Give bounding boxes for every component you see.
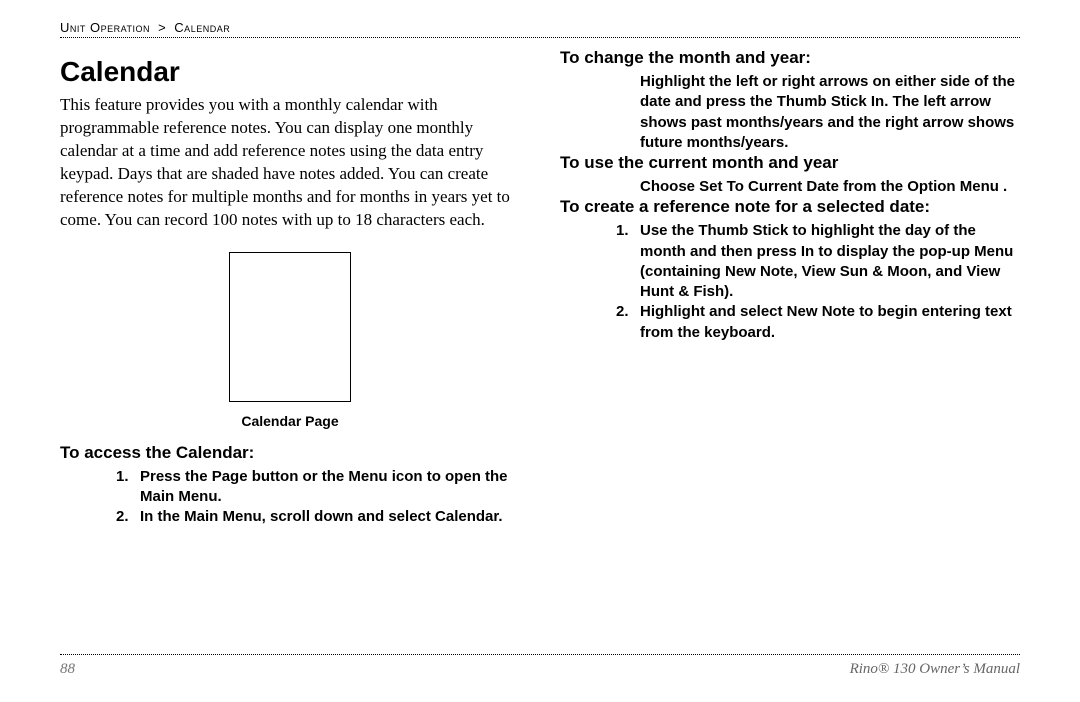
content-columns: Calendar This feature provides you with … xyxy=(60,48,1020,527)
intro-paragraph: This feature provides you with a monthly… xyxy=(60,94,520,232)
breadcrumb-separator: > xyxy=(158,20,166,35)
step-number: 1. xyxy=(616,221,640,302)
access-calendar-heading: To access the Calendar: xyxy=(60,443,520,463)
calendar-page-image-placeholder xyxy=(229,252,351,402)
list-item: Choose Set To Current Date from the Opti… xyxy=(586,177,1020,197)
step-text: Choose Set To Current Date from the Opti… xyxy=(640,177,1020,197)
page-title: Calendar xyxy=(60,56,520,88)
step-text: Press the Page button or the Menu icon t… xyxy=(140,467,520,508)
step-text: Highlight the left or right arrows on ei… xyxy=(640,72,1020,153)
step-bullet xyxy=(616,72,640,153)
use-current-month-year-heading: To use the current month and year xyxy=(560,153,1020,173)
manual-page: Unit Operation > Calendar Calendar This … xyxy=(0,0,1080,702)
breadcrumb-page: Calendar xyxy=(174,20,230,35)
list-item: 1. Press the Page button or the Menu ico… xyxy=(86,467,520,508)
page-number: 88 xyxy=(60,661,75,678)
page-footer: 88 Rino® 130 Owner’s Manual xyxy=(60,654,1020,678)
list-item: 1. Use the Thumb Stick to highlight the … xyxy=(586,221,1020,302)
create-reference-note-heading: To create a reference note for a selecte… xyxy=(560,197,1020,217)
breadcrumb: Unit Operation > Calendar xyxy=(60,20,1020,38)
step-text: In the Main Menu, scroll down and select… xyxy=(140,507,520,527)
step-text: Use the Thumb Stick to highlight the day… xyxy=(640,221,1020,302)
step-number: 1. xyxy=(116,467,140,508)
list-item: Highlight the left or right arrows on ei… xyxy=(586,72,1020,153)
list-item: 2. Highlight and select New Note to begi… xyxy=(586,302,1020,343)
left-column: Calendar This feature provides you with … xyxy=(60,48,520,527)
right-column: To change the month and year: Highlight … xyxy=(560,48,1020,527)
step-text: Highlight and select New Note to begin e… xyxy=(640,302,1020,343)
step-number: 2. xyxy=(616,302,640,343)
figure-caption: Calendar Page xyxy=(60,413,520,429)
step-number: 2. xyxy=(116,507,140,527)
change-month-year-heading: To change the month and year: xyxy=(560,48,1020,68)
list-item: 2. In the Main Menu, scroll down and sel… xyxy=(86,507,520,527)
step-bullet xyxy=(616,177,640,197)
breadcrumb-section: Unit Operation xyxy=(60,20,150,35)
calendar-page-figure: Calendar Page xyxy=(60,252,520,429)
book-title: Rino® 130 Owner’s Manual xyxy=(850,661,1020,678)
